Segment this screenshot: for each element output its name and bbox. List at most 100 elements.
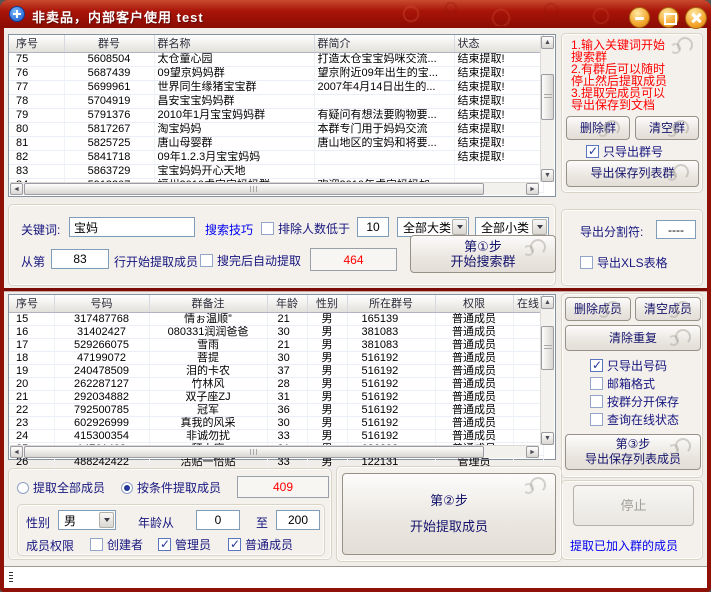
col-seq[interactable]: 序号	[9, 35, 64, 52]
table-cell	[513, 390, 543, 403]
big-category-select[interactable]: 全部大类	[397, 217, 469, 237]
groups-hscrollbar[interactable]: ◄ ►	[10, 182, 539, 195]
members-hscrollbar[interactable]: ◄ ►	[10, 445, 539, 458]
extract-joined-groups-link[interactable]: 提取已加入群的成员	[570, 537, 678, 554]
col-qq-number[interactable]: 号码	[54, 295, 149, 312]
chevron-down-icon[interactable]	[532, 219, 547, 235]
table-cell: 09望京妈妈群	[154, 66, 314, 80]
email-format-checkbox[interactable]: 邮箱格式	[590, 375, 655, 392]
col-gender[interactable]: 性别	[307, 295, 347, 312]
table-row[interactable]: 7957913762010年1月宝宝妈妈群有疑问有想法要购物要...结束提取!	[9, 108, 543, 122]
table-cell: 31	[267, 390, 307, 403]
scroll-left-icon[interactable]: ◄	[10, 183, 23, 195]
scroll-right-icon[interactable]: ►	[526, 183, 539, 195]
scroll-up-icon[interactable]: ▲	[541, 296, 554, 309]
col-age[interactable]: 年龄	[267, 295, 307, 312]
scroll-thumb[interactable]	[541, 74, 554, 120]
table-cell: 菩提	[149, 351, 267, 364]
maximize-button[interactable]	[658, 7, 679, 28]
minimize-button[interactable]	[629, 7, 650, 28]
col-group-intro[interactable]: 群简介	[314, 35, 454, 52]
keyword-input[interactable]	[69, 217, 195, 237]
small-category-select[interactable]: 全部小类	[475, 217, 549, 237]
table-row[interactable]: 76568743909望京妈妈群望京附近09年出生的宝...结束提取!	[9, 66, 543, 80]
chevron-down-icon[interactable]	[452, 219, 467, 235]
table-row[interactable]: 775699961世界同生缘猪宝宝群2007年4月14日出生的...结束提取!	[9, 80, 543, 94]
table-cell: 16	[9, 325, 54, 338]
exclude-count-input[interactable]	[357, 217, 389, 237]
table-row[interactable]: 1847199072菩提30男516192普通成员	[9, 351, 543, 364]
titlebar: 非卖品，内部客户使用 test	[0, 0, 711, 28]
delimiter-input[interactable]	[656, 220, 696, 239]
auto-extract-checkbox[interactable]: 搜完后自动提取	[200, 252, 301, 269]
table-row[interactable]: 15317487768情ぉ温顺”21男165139普通成员	[9, 312, 543, 325]
query-online-checkbox[interactable]: 查询在线状态	[590, 411, 679, 428]
table-row[interactable]: 82584171809年1.2.3月宝宝妈妈结束提取!	[9, 150, 543, 164]
gender-select[interactable]: 男	[58, 510, 116, 530]
close-button[interactable]	[685, 7, 707, 29]
table-cell: 普通成员	[435, 312, 513, 325]
stop-section: 停止 提取已加入群的成员	[561, 480, 703, 560]
table-row[interactable]: 755608504太仓童心园打造太仓宝宝妈咪交流...结束提取!	[9, 52, 543, 66]
table-row[interactable]: 1631402427080331润润爸爸30男381083普通成员	[9, 325, 543, 338]
table-row[interactable]: 20262287127竹林风28男516192普通成员	[9, 377, 543, 390]
normal-member-checkbox[interactable]: 普通成员	[228, 536, 293, 553]
age-to-input[interactable]	[276, 510, 320, 530]
table-cell: 15	[9, 312, 54, 325]
delete-group-button[interactable]: 删除群	[566, 116, 630, 140]
stop-button[interactable]: 停止	[573, 485, 694, 526]
table-row[interactable]: 815825725唐山母婴群唐山地区的宝妈和将要...结束提取!	[9, 136, 543, 150]
exclude-count-checkbox[interactable]: 排除人数低于	[261, 220, 350, 237]
scroll-right-icon[interactable]: ►	[526, 446, 539, 458]
clear-member-button[interactable]: 清空成员	[635, 297, 701, 321]
col-seq[interactable]: 序号	[9, 295, 54, 312]
table-row[interactable]: 785704919昌安宝宝妈妈群结束提取!	[9, 94, 543, 108]
table-row[interactable]: 19240478509泪的卡农37男516192普通成员	[9, 364, 543, 377]
col-group-number[interactable]: 群号	[64, 35, 154, 52]
col-role[interactable]: 权限	[435, 295, 513, 312]
clear-group-button[interactable]: 清空群	[635, 116, 699, 140]
col-group[interactable]: 所在群号	[347, 295, 435, 312]
chevron-down-icon[interactable]	[99, 512, 114, 528]
age-from-input[interactable]	[196, 510, 240, 530]
scroll-up-icon[interactable]: ▲	[541, 36, 554, 49]
admin-checkbox[interactable]: 管理员	[158, 536, 211, 553]
col-online[interactable]: 在线	[513, 295, 543, 312]
export-group-list-button[interactable]: 导出保存列表群	[566, 160, 699, 187]
scroll-down-icon[interactable]: ▼	[541, 432, 554, 445]
scroll-thumb[interactable]	[24, 446, 484, 458]
col-group-name[interactable]: 群名称	[154, 35, 314, 52]
export-xls-checkbox[interactable]: 导出XLS表格	[580, 254, 668, 271]
table-row[interactable]: 17529266075雪雨21男381083普通成员	[9, 338, 543, 351]
delete-member-button[interactable]: 删除成员	[565, 297, 631, 321]
extract-by-condition-radio[interactable]: 按条件提取成员	[121, 479, 221, 496]
search-tips-link[interactable]: 搜索技巧	[205, 221, 253, 238]
table-row[interactable]: 24415300354非诚勿扰33男516192普通成员	[9, 429, 543, 442]
from-row-input[interactable]	[51, 249, 109, 269]
step3-export-members-button[interactable]: 第③步 导出保存列表成员	[565, 434, 701, 470]
creator-checkbox[interactable]: 创建者	[90, 536, 143, 553]
table-row[interactable]: 805817267淘宝妈妈本群专门用于妈妈交流结束提取!	[9, 122, 543, 136]
only-export-number-checkbox[interactable]: 只导出号码	[590, 357, 667, 374]
split-by-group-checkbox[interactable]: 按群分开保存	[590, 393, 679, 410]
groups-vscrollbar[interactable]: ▲ ▼	[540, 36, 554, 182]
scroll-thumb[interactable]	[541, 326, 554, 370]
step2-extract-members-button[interactable]: 第②步 开始提取成员	[342, 473, 556, 555]
members-vscrollbar[interactable]: ▲ ▼	[540, 296, 554, 445]
table-row[interactable]: 21292034882双子座ZJ31男516192普通成员	[9, 390, 543, 403]
col-nickname[interactable]: 群备注	[149, 295, 267, 312]
only-export-group-checkbox[interactable]: 只导出群号	[586, 143, 663, 160]
scroll-left-icon[interactable]: ◄	[10, 446, 23, 458]
scroll-down-icon[interactable]: ▼	[541, 169, 554, 182]
extract-all-radio[interactable]: 提取全部成员	[17, 479, 105, 496]
table-cell	[513, 312, 543, 325]
table-row[interactable]: 23602926999真我的风采30男516192普通成员	[9, 416, 543, 429]
table-row[interactable]: 835863729宝宝妈妈开心天地	[9, 164, 543, 178]
step1-search-groups-button[interactable]: 第①步 开始搜索群	[410, 235, 556, 273]
dedupe-button[interactable]: 清除重复	[565, 325, 701, 351]
scroll-thumb[interactable]	[24, 183, 484, 195]
table-cell: 普通成员	[435, 338, 513, 351]
table-row[interactable]: 22792500785冠军36男516192普通成员	[9, 403, 543, 416]
col-status[interactable]: 状态	[454, 35, 543, 52]
table-cell: 男	[307, 403, 347, 416]
